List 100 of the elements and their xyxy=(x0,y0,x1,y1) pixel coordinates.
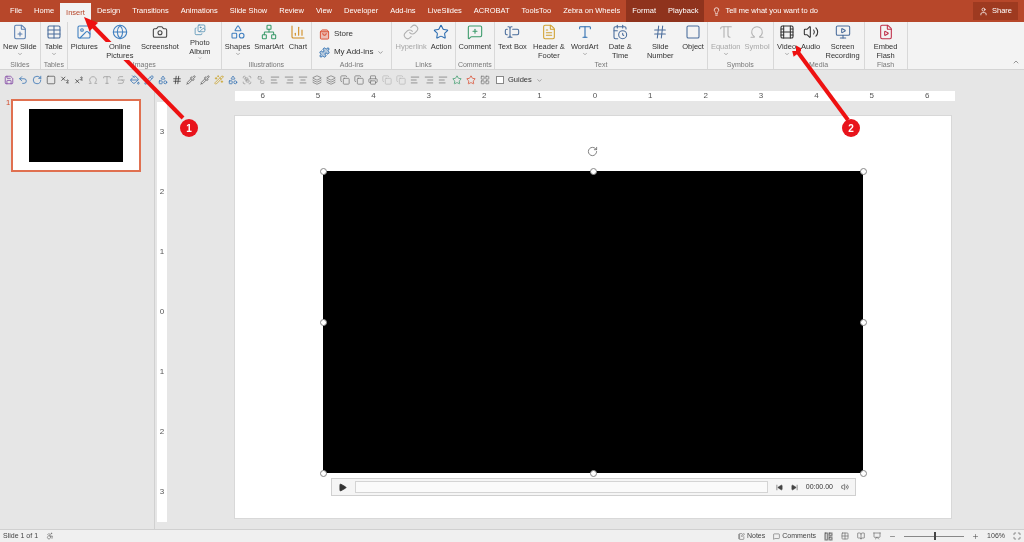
copy-icon[interactable] xyxy=(396,75,406,85)
shapes-icon[interactable] xyxy=(158,75,168,85)
letter-icon[interactable] xyxy=(102,75,112,85)
ruler-number: 2 xyxy=(702,91,709,100)
ruler-number: 5 xyxy=(314,91,322,100)
ruler-number: 0 xyxy=(591,91,599,100)
new-slide-icon xyxy=(11,24,28,40)
globe-icon xyxy=(111,24,128,40)
ruler-number: 2 xyxy=(159,188,165,196)
ruler-number: 1 xyxy=(159,368,165,376)
skip-back-icon[interactable] xyxy=(775,483,783,491)
redo-icon[interactable] xyxy=(32,75,42,85)
ruler-number: 6 xyxy=(259,91,266,100)
guides-checkbox[interactable] xyxy=(496,76,504,84)
zoom-thumb[interactable] xyxy=(934,531,937,540)
resize-handle[interactable] xyxy=(859,318,867,326)
undo-icon[interactable] xyxy=(18,75,28,85)
diagram-icon xyxy=(261,24,278,40)
ruler-number: 1 xyxy=(159,248,165,256)
hash-icon[interactable] xyxy=(172,75,182,85)
accessibility-icon[interactable] xyxy=(46,532,55,540)
presentation-icon[interactable] xyxy=(873,532,882,540)
ungroup-icon[interactable] xyxy=(256,75,266,85)
ruler-number: 3 xyxy=(757,91,765,100)
omega-icon[interactable] xyxy=(88,75,98,85)
ruler-number: 5 xyxy=(868,91,876,100)
link-icon xyxy=(403,24,420,40)
shapes-icon xyxy=(229,24,246,40)
pencil-icon[interactable] xyxy=(144,75,154,85)
resize-handle[interactable] xyxy=(319,469,327,477)
copy-icon[interactable] xyxy=(382,75,392,85)
document-icon xyxy=(540,24,557,40)
align-right-icon[interactable] xyxy=(424,75,434,85)
align-right-icon[interactable] xyxy=(284,75,294,85)
ruler-number: 0 xyxy=(159,308,165,316)
printer-icon[interactable] xyxy=(368,75,378,85)
resize-handle[interactable] xyxy=(859,167,867,175)
play-icon[interactable] xyxy=(338,482,347,492)
square-icon[interactable] xyxy=(46,75,56,85)
store-icon xyxy=(318,28,330,40)
comment-icon xyxy=(773,532,781,540)
ruler-number: 3 xyxy=(159,488,165,496)
copy-icon[interactable] xyxy=(340,75,350,85)
book-icon[interactable] xyxy=(857,532,866,540)
resize-handle[interactable] xyxy=(319,318,327,326)
ruler-number: 2 xyxy=(159,428,165,436)
ribbon-button[interactable]: My Add-ins xyxy=(314,44,389,60)
speaker-icon xyxy=(802,24,819,40)
pi-icon xyxy=(717,24,734,40)
omega-icon xyxy=(749,24,766,40)
film-icon xyxy=(778,24,795,40)
flash-file-icon xyxy=(877,24,894,40)
align-left-icon[interactable] xyxy=(438,75,448,85)
subscript-icon[interactable] xyxy=(60,75,70,85)
comment-icon xyxy=(466,24,483,40)
volume-icon[interactable] xyxy=(841,483,849,491)
align-left-icon[interactable] xyxy=(410,75,420,85)
ruler-number: 6 xyxy=(923,91,931,100)
group-icon[interactable] xyxy=(242,75,252,85)
slide-thumbnail[interactable] xyxy=(11,99,142,172)
customize-icon[interactable] xyxy=(535,76,543,84)
star-icon[interactable] xyxy=(452,75,462,85)
save-icon[interactable] xyxy=(4,75,14,85)
star-icon[interactable] xyxy=(466,75,476,85)
ruler-number: 4 xyxy=(813,91,820,100)
letter-icon xyxy=(576,24,593,40)
resize-handle[interactable] xyxy=(589,167,597,175)
ruler-number: 1 xyxy=(647,91,654,100)
rotate-handle-icon[interactable] xyxy=(587,146,598,157)
resize-handle[interactable] xyxy=(589,469,597,477)
collapse-ribbon-icon[interactable] xyxy=(1012,58,1020,66)
fit-slide-icon[interactable] xyxy=(1013,532,1021,540)
object-icon xyxy=(685,24,702,40)
wand-icon[interactable] xyxy=(214,75,224,85)
progress-track[interactable] xyxy=(355,481,768,493)
grid-icon[interactable] xyxy=(480,75,490,85)
pipette-icon[interactable] xyxy=(186,75,196,85)
puzzle-icon xyxy=(318,46,330,58)
fill-icon[interactable] xyxy=(130,75,140,85)
copy-icon[interactable] xyxy=(354,75,364,85)
layers-icon[interactable] xyxy=(326,75,336,85)
person-icon xyxy=(979,6,988,16)
ruler-number: 3 xyxy=(425,91,433,100)
star-icon xyxy=(433,24,450,40)
align-center-icon[interactable] xyxy=(298,75,308,85)
shapes-icon[interactable] xyxy=(228,75,238,85)
align-left-icon[interactable] xyxy=(270,75,280,85)
text-box-icon xyxy=(504,24,521,40)
ruler-number: 4 xyxy=(370,91,377,100)
strikethrough-icon[interactable] xyxy=(116,75,126,85)
resize-handle[interactable] xyxy=(859,469,867,477)
skip-forward-icon[interactable] xyxy=(790,483,798,491)
pipette-icon[interactable] xyxy=(200,75,210,85)
resize-handle[interactable] xyxy=(319,167,327,175)
superscript-icon[interactable] xyxy=(74,75,84,85)
normal-view-icon[interactable] xyxy=(824,531,834,541)
grid-view-icon[interactable] xyxy=(841,532,850,540)
ribbon-button[interactable]: Store xyxy=(314,26,389,42)
layers-icon[interactable] xyxy=(312,75,322,85)
zoom-in-icon[interactable] xyxy=(972,532,980,540)
